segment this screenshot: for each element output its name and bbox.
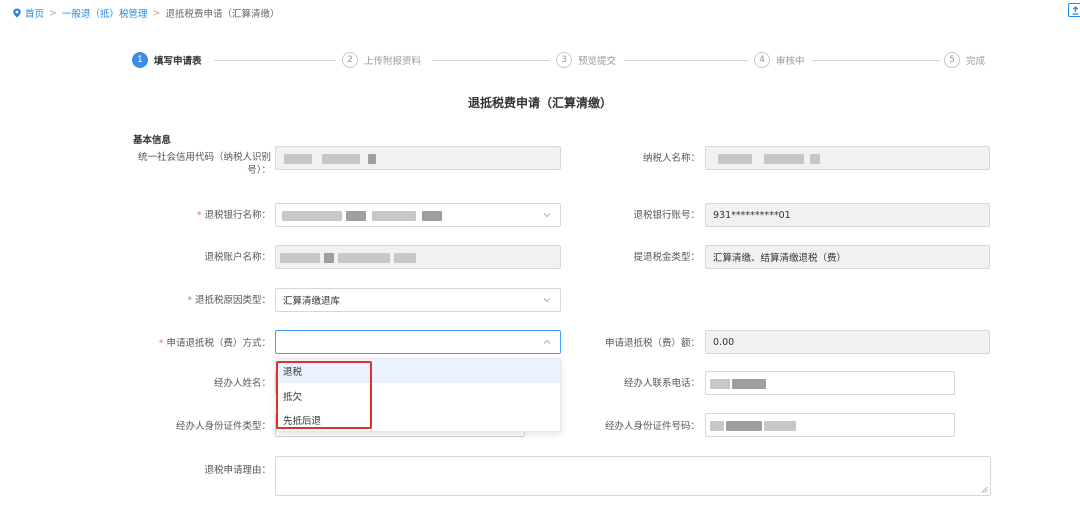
- refund-reason-select[interactable]: 汇算清缴退库: [275, 288, 561, 312]
- taxpayer-name-field: [705, 146, 990, 170]
- section-title: 基本信息: [133, 135, 172, 146]
- export-button[interactable]: [1068, 3, 1080, 17]
- step-label: 上传附报资料: [364, 56, 422, 67]
- refund-method-select[interactable]: [275, 330, 561, 354]
- step-number: 5: [944, 52, 960, 68]
- form-title: 退抵税费申请（汇算清缴）: [467, 96, 612, 110]
- handler-phone-label: 经办人联系电话：: [623, 378, 700, 389]
- step-complete: 5 完成: [944, 52, 985, 68]
- step-number: 1: [132, 52, 148, 68]
- breadcrumb-current: 退抵税费申请（汇算清缴）: [165, 9, 280, 20]
- bank-name-label: * 退税银行名称：: [196, 210, 271, 221]
- step-preview-submit: 3 预览提交: [556, 52, 616, 68]
- refund-type-label: 提退税金类型：: [633, 252, 700, 263]
- credit-code-label: 统一社会信用代码（纳税人识别 号）：: [137, 152, 271, 176]
- step-label: 完成: [966, 56, 986, 67]
- breadcrumb-separator: >: [152, 7, 161, 19]
- refund-amount-label: 申请退抵税（费）额：: [604, 338, 700, 349]
- refund-method-label: * 申请退抵税（费）方式：: [158, 338, 271, 349]
- refund-reason-label: * 退抵税原因类型：: [187, 295, 271, 306]
- bank-account-field: 931**********01: [705, 203, 990, 227]
- resize-handle-icon[interactable]: [981, 486, 988, 493]
- progress-steps: 1 填写申请表 2 上传附报资料 3 预览提交 4 审核中 5 完成: [132, 52, 988, 68]
- reason-textarea[interactable]: [275, 456, 991, 496]
- chevron-down-icon: [543, 298, 551, 303]
- step-label: 审核中: [776, 56, 805, 67]
- reason-text-label: 退税申请理由：: [204, 465, 271, 476]
- handler-phone-input[interactable]: [705, 371, 955, 395]
- refund-type-field: 汇算清缴、结算清缴退税（费）: [705, 245, 990, 269]
- account-name-field: [275, 245, 561, 269]
- breadcrumb: 首页 > 一般退（抵）税管理 > 退抵税费申请（汇算清缴）: [12, 6, 279, 20]
- chevron-up-icon: [543, 339, 551, 344]
- breadcrumb-refund-management-link[interactable]: 一般退（抵）税管理: [62, 6, 148, 20]
- step-connector: [624, 60, 748, 61]
- handler-name-label: 经办人姓名：: [213, 378, 271, 389]
- breadcrumb-separator: >: [49, 7, 57, 19]
- step-connector: [214, 60, 336, 61]
- step-number: 2: [342, 52, 358, 68]
- bank-name-select[interactable]: [275, 203, 561, 227]
- id-number-label: 经办人身份证件号码：: [604, 421, 700, 432]
- step-fill-form: 1 填写申请表: [132, 52, 202, 68]
- step-connector: [432, 60, 550, 61]
- id-number-input[interactable]: [705, 413, 955, 437]
- id-type-label: 经办人身份证件类型：: [175, 421, 271, 432]
- breadcrumb-home-link[interactable]: 首页: [25, 6, 44, 20]
- step-number: 3: [556, 52, 572, 68]
- taxpayer-name-label: 纳税人名称：: [642, 153, 700, 164]
- step-under-review: 4 审核中: [754, 52, 805, 68]
- credit-code-field: [275, 146, 561, 170]
- chevron-down-icon: [543, 213, 551, 218]
- annotation-highlight-box: [276, 361, 372, 429]
- step-label: 填写申请表: [154, 56, 202, 67]
- bank-account-label: 退税银行账号：: [633, 210, 700, 221]
- step-upload-attachments: 2 上传附报资料: [342, 52, 421, 68]
- refund-amount-field: 0.00: [705, 330, 990, 354]
- export-icon: [1072, 5, 1078, 15]
- location-pin-icon: [13, 8, 21, 18]
- step-number: 4: [754, 52, 770, 68]
- step-connector: [812, 60, 940, 61]
- step-label: 预览提交: [578, 56, 617, 67]
- account-name-label: 退税账户名称：: [204, 252, 271, 263]
